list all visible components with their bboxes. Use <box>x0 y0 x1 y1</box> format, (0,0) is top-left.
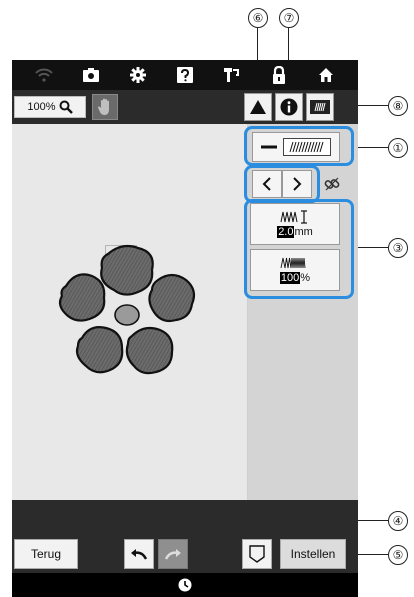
top-status-bar <box>12 60 358 90</box>
satin-stitch-icon <box>283 138 331 156</box>
flower-petal-top <box>100 244 154 296</box>
density-value-row: 100% <box>279 272 311 284</box>
callout-6: ⑥ <box>248 8 268 28</box>
outline-button[interactable] <box>242 539 272 569</box>
bottom-status-bar <box>12 573 358 597</box>
magnifier-icon <box>59 100 73 114</box>
clock-icon <box>178 578 192 592</box>
callout-8: ⑧ <box>388 96 408 116</box>
stitch-type-button[interactable] <box>252 132 340 162</box>
callout-4: ④ <box>388 511 408 531</box>
flower-design[interactable] <box>52 240 202 380</box>
chevron-right-icon <box>293 177 302 191</box>
color-fill-button[interactable] <box>244 93 272 121</box>
back-button[interactable]: Terug <box>14 539 78 569</box>
link-button[interactable] <box>321 172 343 196</box>
stitch-preview-button[interactable] <box>306 93 334 121</box>
stitch-width-value-row: 2.0mm <box>277 226 313 238</box>
toolbar: 100% <box>12 90 358 124</box>
hand-icon <box>98 98 109 115</box>
density-value: 100 <box>279 272 301 284</box>
redo-button[interactable] <box>158 539 188 569</box>
density-unit: % <box>300 272 311 284</box>
density-icon <box>280 257 306 269</box>
zoom-button[interactable]: 100% <box>14 96 86 118</box>
home-icon[interactable] <box>315 64 337 86</box>
flower-petal-bottom-right <box>125 326 174 375</box>
sewing-machine-icon[interactable] <box>221 64 243 86</box>
stitch-width-setting[interactable]: 2.0mm <box>250 203 340 245</box>
callout-5: ⑤ <box>388 545 408 565</box>
info-icon <box>280 98 298 116</box>
flower-center <box>114 304 140 326</box>
callout-1: ① <box>388 138 408 158</box>
flower-petal-bottom-left <box>75 326 124 374</box>
zigzag-width-icon <box>280 210 307 224</box>
pan-hand-button[interactable] <box>92 94 118 120</box>
lock-icon[interactable] <box>268 64 290 86</box>
navigation-group <box>252 170 314 198</box>
stitch-width-unit: mm <box>294 226 313 238</box>
line-stroke-icon <box>261 145 277 149</box>
triangle-icon <box>250 100 266 114</box>
previous-button[interactable] <box>252 170 282 198</box>
chain-link-icon <box>324 177 340 191</box>
help-icon[interactable] <box>174 64 196 86</box>
redo-icon <box>164 549 181 560</box>
next-button[interactable] <box>282 170 312 198</box>
callout-3: ③ <box>388 238 408 258</box>
density-setting[interactable]: 100% <box>250 249 340 291</box>
callout-7: ⑦ <box>279 8 299 28</box>
outline-shape-icon <box>249 545 265 563</box>
chevron-left-icon <box>262 177 271 191</box>
callout-8-leader <box>356 105 388 107</box>
stitch-width-value: 2.0 <box>277 226 295 238</box>
undo-button[interactable] <box>124 539 154 569</box>
set-button[interactable]: Instellen <box>280 539 346 569</box>
camera-icon[interactable] <box>80 64 102 86</box>
stitch-preview-icon <box>310 100 330 114</box>
wifi-icon[interactable] <box>33 64 55 86</box>
info-button[interactable] <box>275 93 303 121</box>
flower-petal-left <box>58 273 106 322</box>
flower-petal-right <box>148 273 196 323</box>
zoom-label: 100% <box>27 101 56 113</box>
gear-icon[interactable] <box>127 64 149 86</box>
screen: ⑥ ⑦ ⑧ ① ② ③ ④ ⑤ <box>0 0 414 597</box>
undo-icon <box>131 549 148 560</box>
